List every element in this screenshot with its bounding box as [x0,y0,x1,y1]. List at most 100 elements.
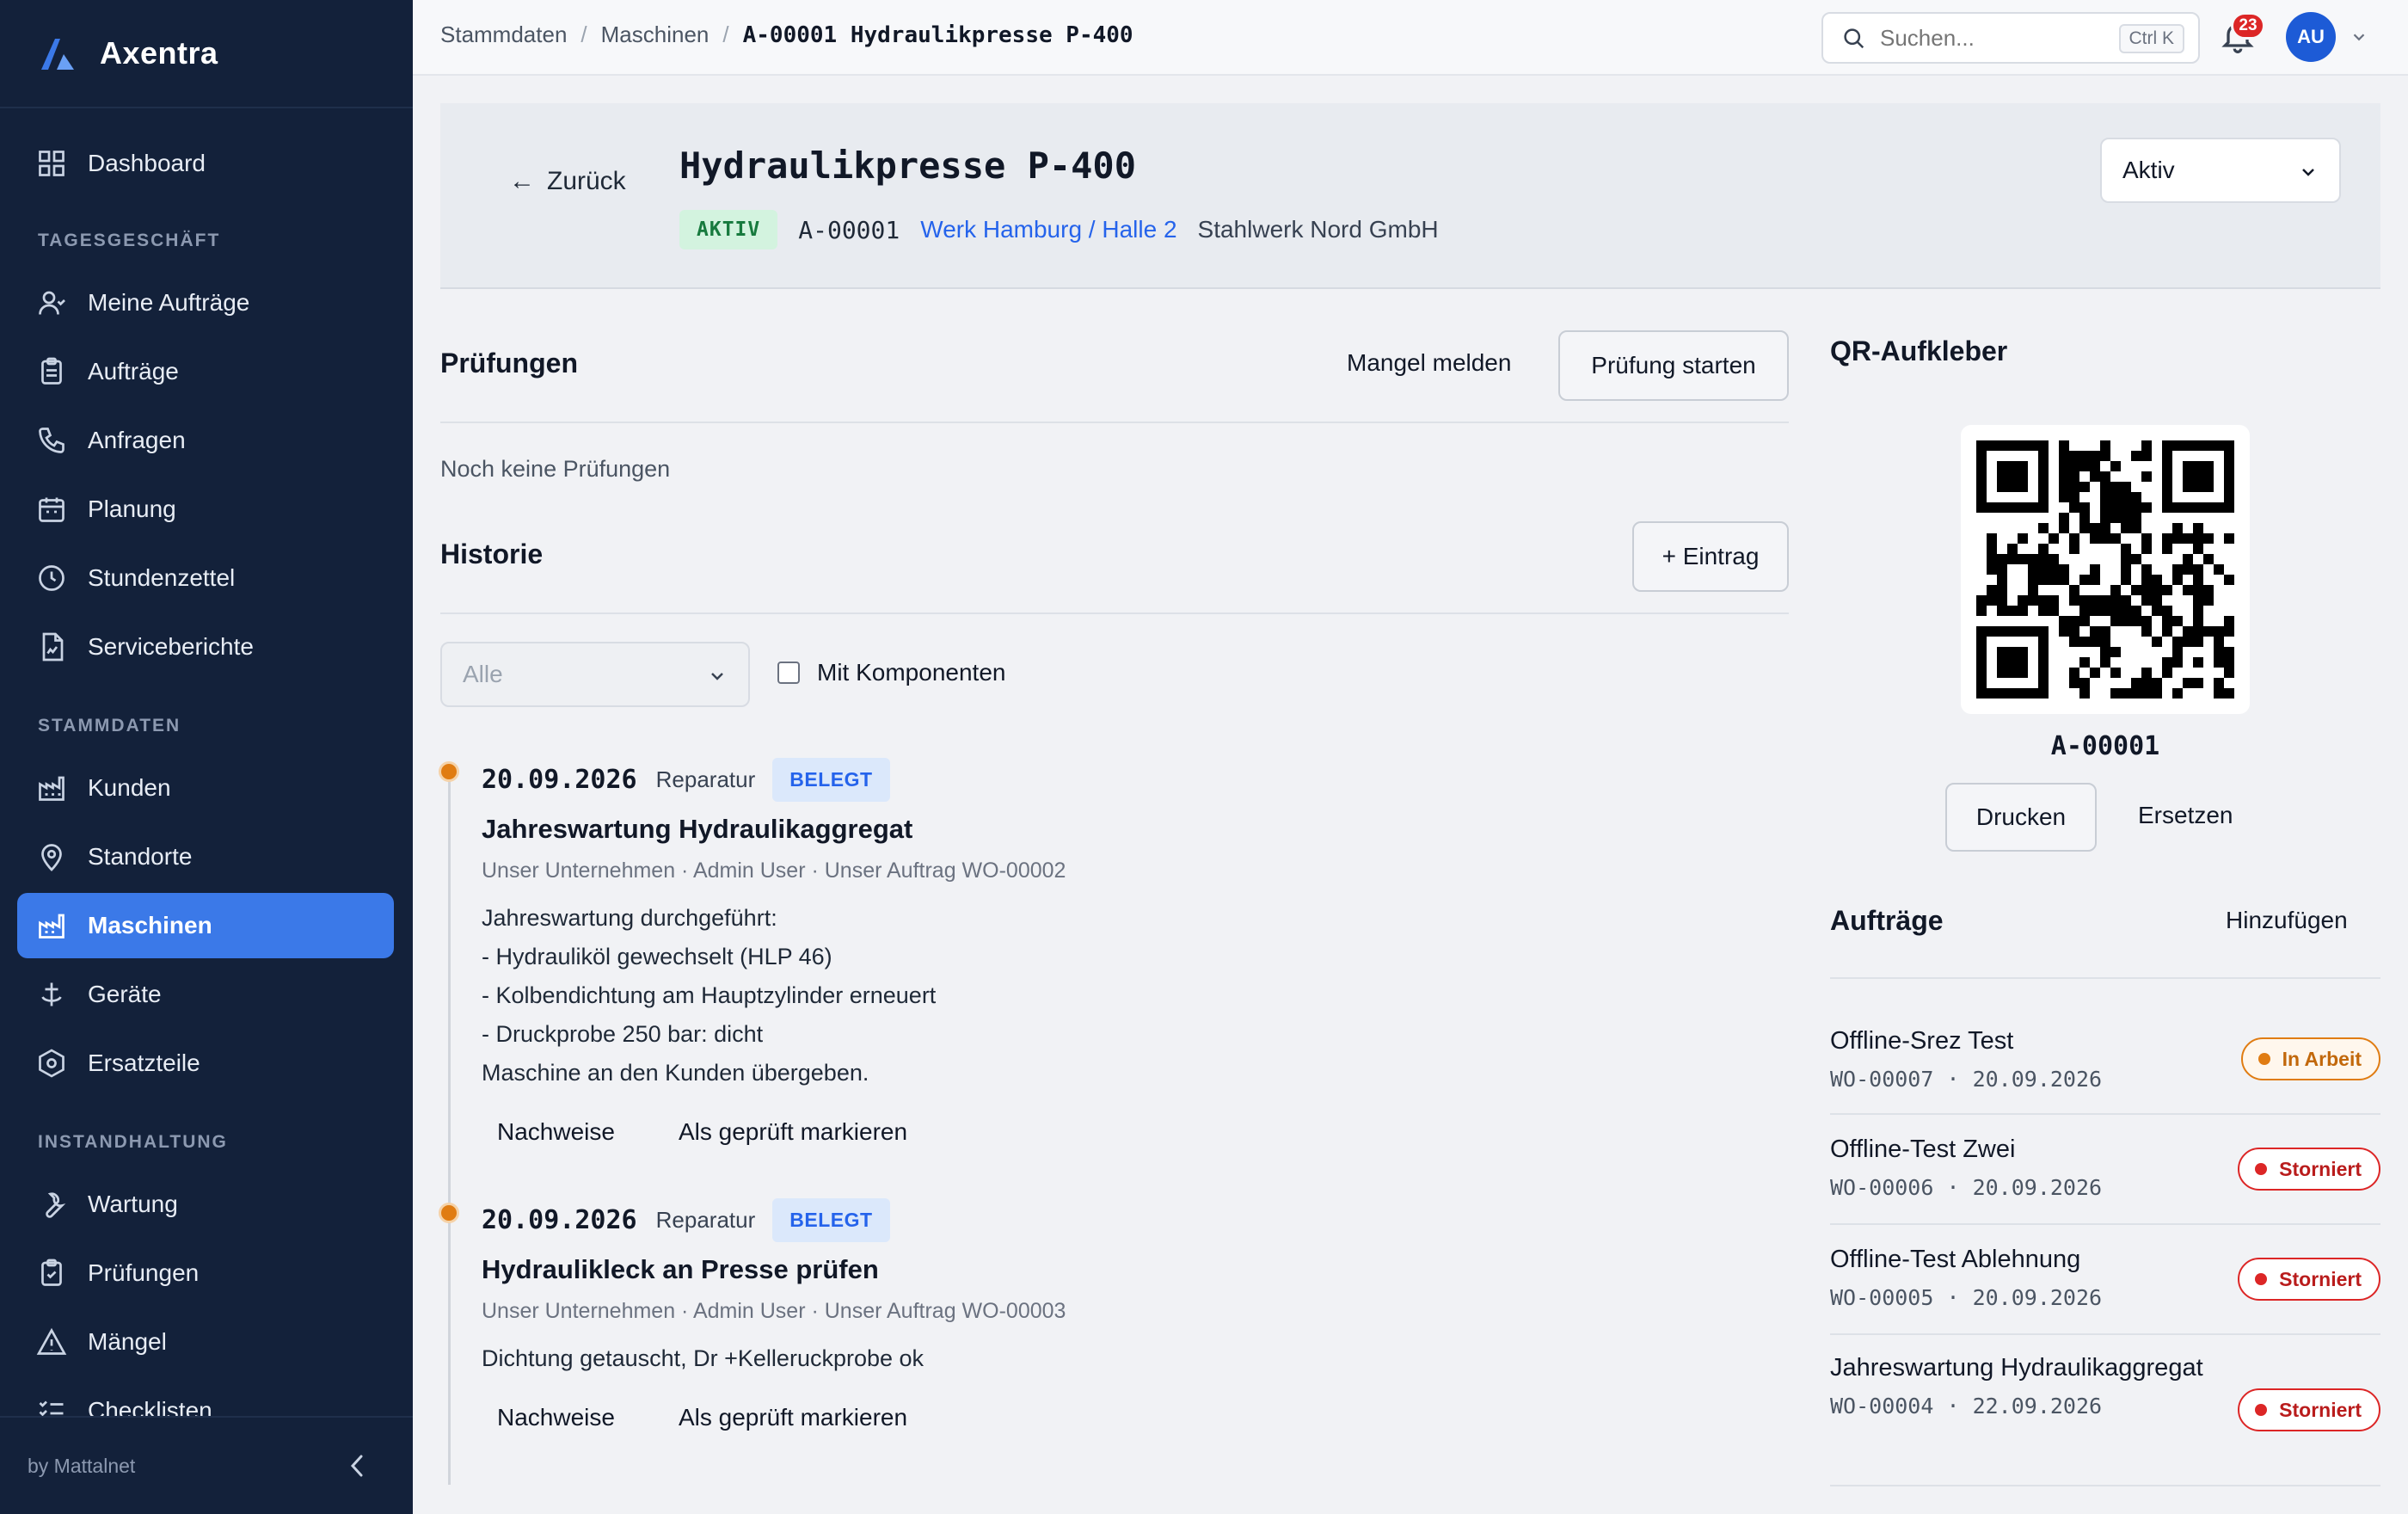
entry-body: Dichtung getauscht, Dr +Kelleruckprobe o… [482,1339,1789,1378]
sidebar-item-label: Mängel [88,1328,167,1355]
warning-icon [36,1327,67,1355]
sidebar-item-anfragen[interactable]: Anfragen [17,408,394,473]
evidence-button[interactable]: Nachweise [482,1397,630,1438]
sidebar-item-geraete[interactable]: Geräte [17,962,394,1027]
divider [440,422,1789,423]
history-filter-select[interactable]: Alle [440,642,750,707]
mark-verified-button[interactable]: Als geprüft markieren [663,1111,923,1153]
sidebar-item-label: Standorte [88,843,193,870]
sidebar-item-maschinen[interactable]: Maschinen [17,893,394,958]
sidebar-item-label: Meine Aufträge [88,289,250,316]
search-shortcut: Ctrl K [2118,24,2184,53]
breadcrumb: Stammdaten / Maschinen / A-00001 Hydraul… [440,22,1133,48]
order-item[interactable]: Offline-Test Zwei WO-00006 · 20.09.2026 … [1830,1129,2380,1225]
back-button[interactable]: ← Zurück [509,155,626,208]
chevron-down-icon[interactable] [2350,28,2368,46]
sidebar-item-label: Stundenzettel [88,564,236,591]
qr-code-image [1976,440,2234,699]
history-title: Historie [440,539,544,569]
breadcrumb-maschinen[interactable]: Maschinen [601,22,710,48]
breadcrumb-separator: / [580,22,587,47]
sidebar-item-label: Ersatzteile [88,1049,200,1076]
sidebar-item-ersatzteile[interactable]: Ersatzteile [17,1031,394,1096]
divider [1830,977,2380,979]
brand[interactable]: Axentra [0,0,413,108]
add-order-button[interactable]: Hinzufügen [2226,907,2348,934]
entry-date: 20.09.2026 [482,1204,637,1235]
sidebar-item-wartung[interactable]: Wartung [17,1172,394,1237]
order-status-badge: Storniert [2238,1388,2380,1431]
clipboard-check-icon [41,1259,62,1286]
order-item[interactable]: Offline-Test Ablehnung WO-00005 · 20.09.… [1830,1239,2380,1335]
machine-icon [39,914,64,939]
start-inspection-button[interactable]: Prüfung starten [1558,330,1789,401]
print-button[interactable]: Drucken [1945,783,2097,852]
sidebar-item-label: Kunden [88,774,171,801]
history-entry: 20.09.2026 Reparatur BELEGT Hydrauliklec… [482,1196,1789,1438]
calendar-icon [39,497,64,522]
entry-subtitle: Unser Unternehmen · Admin User · Unser A… [482,1299,1066,1323]
search-box[interactable]: Ctrl K [1821,12,2200,64]
search-input[interactable] [1880,24,2095,52]
sidebar-item-standorte[interactable]: Standorte [17,824,394,889]
qr-code-id: A-00001 [2050,731,2160,761]
sidebar-item-dashboard[interactable]: Dashboard [17,131,394,196]
page-title: Hydraulikpresse P-400 [679,145,1137,187]
history-entry: 20.09.2026 Reparatur BELEGT Jahreswartun… [482,755,1789,1153]
sidebar-item-label: Aufträge [88,358,179,385]
divider [440,612,1789,614]
sidebar-item-maengel[interactable]: Mängel [17,1309,394,1375]
orders-title: Aufträge [1830,905,1944,936]
avatar[interactable]: AU [2286,12,2336,62]
sidebar-item-label: Anfragen [88,427,186,453]
add-entry-button[interactable]: + Eintrag [1632,521,1789,592]
sidebar-item-planung[interactable]: Planung [17,477,394,542]
sidebar-item-label: Serviceberichte [88,633,254,660]
sidebar-item-pruefungen[interactable]: Prüfungen [17,1240,394,1306]
sidebar-section-title: INSTANDHALTUNG [38,1132,228,1152]
sidebar-item-serviceberichte[interactable]: Serviceberichte [17,614,394,680]
order-item[interactable]: Offline-Srez Test WO-00007 · 20.09.2026 … [1830,1020,2380,1115]
with-components-checkbox[interactable]: Mit Komponenten [777,659,1005,686]
sidebar-footer: by Mattalnet [0,1416,413,1514]
status-select[interactable]: Aktiv [2100,138,2341,203]
wrench-icon [46,1192,66,1218]
status-select-value: Aktiv [2122,157,2175,183]
inspections-title: Prüfungen [440,348,578,378]
sidebar-item-kunden[interactable]: Kunden [17,755,394,821]
clock-icon [39,565,64,591]
status-dot-icon [2255,1163,2268,1175]
entry-body-line: - Hydrauliköl gewechselt (HLP 46) [482,944,832,969]
entry-body: Jahreswartung durchgeführt: - Hydraulikö… [482,899,1789,1092]
sidebar-item-label: Geräte [88,981,162,1007]
sidebar-item-meine-auftraege[interactable]: Meine Aufträge [17,270,394,335]
chevron-down-icon [2302,169,2314,176]
order-status-label: Storniert [2279,1398,2362,1421]
breadcrumb-stammdaten[interactable]: Stammdaten [440,22,567,48]
sidebar-item-auftraege[interactable]: Aufträge [17,339,394,404]
collapse-sidebar-icon[interactable] [347,1453,366,1479]
checkbox[interactable] [777,662,800,684]
mark-verified-button[interactable]: Als geprüft markieren [663,1397,923,1438]
timeline-dot [439,1203,459,1223]
entry-subtitle: Unser Unternehmen · Admin User · Unser A… [482,859,1066,883]
entry-badge: BELEGT [772,1197,890,1242]
sidebar-item-label: Maschinen [88,912,212,939]
back-label: Zurück [547,167,626,195]
order-item[interactable]: Jahreswartung Hydraulikaggregat WO-00004… [1830,1347,2380,1486]
sidebar-item-stundenzettel[interactable]: Stundenzettel [17,545,394,611]
user-icon [39,291,65,315]
status-dot-icon [2255,1404,2268,1416]
replace-button[interactable]: Ersetzen [2138,802,2233,829]
evidence-button[interactable]: Nachweise [482,1111,630,1153]
order-status-label: In Arbeit [2282,1047,2362,1070]
order-status-badge: In Arbeit [2240,1037,2380,1080]
entry-badge: BELEGT [772,757,890,802]
report-defect-button[interactable]: Mangel melden [1347,349,1511,377]
machine-header: ← Zurück Hydraulikpresse P-400 AKTIV A-0… [440,103,2380,289]
footer-text: by Mattalnet [28,1454,136,1477]
sidebar-item-label: Prüfungen [88,1259,200,1286]
breadcrumb-separator: / [722,22,729,47]
location-link[interactable]: Werk Hamburg / Halle 2 [920,216,1176,243]
order-status-badge: Storniert [2238,1148,2380,1191]
